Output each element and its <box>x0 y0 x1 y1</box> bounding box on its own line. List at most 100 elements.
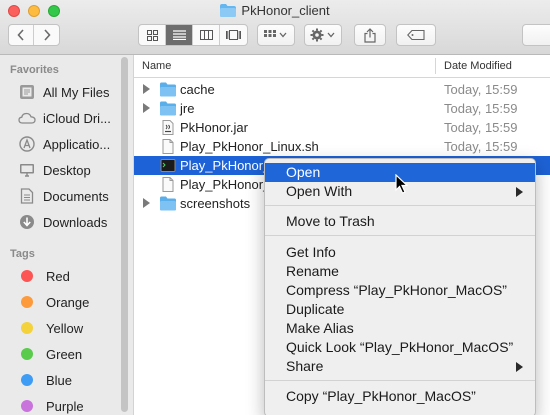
folder-icon <box>160 82 176 97</box>
file-date: Today, 15:59 <box>444 101 518 116</box>
cloud-icon <box>18 110 36 126</box>
sidebar-item-label: Applicatio... <box>43 136 111 152</box>
table-row[interactable]: jre Today, 15:59 <box>134 99 550 118</box>
share-icon <box>364 27 376 43</box>
mouse-cursor-icon <box>395 174 409 194</box>
icon-view-button[interactable] <box>139 25 166 45</box>
applications-icon <box>18 136 36 152</box>
sidebar: Favorites All My Files iCloud Dri... App… <box>0 55 134 415</box>
folder-icon <box>220 4 237 20</box>
table-row[interactable]: PkHonor.jar Today, 15:59 <box>134 118 550 137</box>
tag-dot-icon <box>21 322 33 334</box>
tag-button[interactable] <box>396 24 436 46</box>
finder-window: PkHonor_client Favorites All My Files iC… <box>0 0 550 415</box>
gear-icon <box>310 28 335 42</box>
sidebar-tag-orange[interactable]: Orange <box>18 292 89 312</box>
tag-dot-icon <box>21 348 33 360</box>
menu-item-copy[interactable]: Copy “Play_PkHonor_MacOS” <box>265 387 535 406</box>
file-date: Today, 15:59 <box>444 120 518 135</box>
sidebar-tag-red[interactable]: Red <box>18 266 70 286</box>
menu-separator <box>265 235 535 236</box>
menu-item-get-info[interactable]: Get Info <box>265 243 535 262</box>
executable-icon <box>160 159 176 172</box>
menu-item-label: Compress “Play_PkHonor_MacOS” <box>286 282 507 298</box>
jar-file-icon <box>162 120 174 135</box>
arrange-button[interactable] <box>257 24 295 46</box>
sidebar-item-label: Purple <box>46 398 84 414</box>
sidebar-item-label: Yellow <box>46 320 84 336</box>
sidebar-item-desktop[interactable]: Desktop <box>18 160 91 180</box>
file-name: cache <box>180 82 215 97</box>
all-files-icon <box>18 84 36 100</box>
share-button[interactable] <box>354 24 386 46</box>
grid-arrange-icon <box>264 30 287 38</box>
sidebar-item-label: Downloads <box>43 214 108 230</box>
documents-icon <box>18 188 36 204</box>
menu-item-label: Make Alias <box>286 320 354 336</box>
menu-item-compress[interactable]: Compress “Play_PkHonor_MacOS” <box>265 281 535 300</box>
file-name: Play_PkHonor_ <box>180 158 271 173</box>
nav-buttons <box>8 24 60 46</box>
menu-item-label: Duplicate <box>286 301 345 317</box>
toolbar: PkHonor_client <box>0 0 550 55</box>
tag-dot-icon <box>21 296 33 308</box>
menu-item-label: Open <box>286 164 321 180</box>
menu-item-quick-look[interactable]: Quick Look “Play_PkHonor_MacOS” <box>265 338 535 357</box>
sidebar-item-applications[interactable]: Applicatio... <box>18 134 110 154</box>
sidebar-item-documents[interactable]: Documents <box>18 186 109 206</box>
window-title-bar: PkHonor_client <box>0 3 550 20</box>
column-header: Name Date Modified <box>134 55 550 78</box>
folder-icon <box>160 101 176 116</box>
sidebar-item-label: iCloud Dri... <box>43 110 111 126</box>
file-date: Today, 15:59 <box>444 139 518 154</box>
sidebar-tag-blue[interactable]: Blue <box>18 370 72 390</box>
sidebar-tag-green[interactable]: Green <box>18 344 82 364</box>
file-name: screenshots <box>180 196 251 211</box>
file-date: Today, 15:59 <box>444 82 518 97</box>
view-mode-segment <box>138 24 248 46</box>
table-row[interactable]: cache Today, 15:59 <box>134 80 550 99</box>
forward-button[interactable] <box>34 25 59 45</box>
document-icon <box>162 177 174 192</box>
chevron-right-icon <box>43 29 51 41</box>
sidebar-scrollbar[interactable] <box>121 57 128 412</box>
tag-dot-icon <box>21 374 33 386</box>
sidebar-item-label: Red <box>46 268 70 284</box>
menu-separator <box>265 205 535 206</box>
tags-header: Tags <box>10 248 35 260</box>
menu-item-duplicate[interactable]: Duplicate <box>265 300 535 319</box>
list-view-button[interactable] <box>166 25 193 45</box>
menu-item-make-alias[interactable]: Make Alias <box>265 319 535 338</box>
tag-dot-icon <box>21 400 33 412</box>
menu-item-label: Rename <box>286 263 339 279</box>
search-button[interactable] <box>522 24 550 46</box>
gallery-view-button[interactable] <box>220 25 247 45</box>
menu-item-share[interactable]: Share <box>265 357 535 376</box>
disclosure-triangle-icon[interactable] <box>143 103 150 113</box>
tag-dot-icon <box>21 270 33 282</box>
gallery-view-icon <box>226 30 241 40</box>
sidebar-tag-yellow[interactable]: Yellow <box>18 318 83 338</box>
sidebar-item-all-my-files[interactable]: All My Files <box>18 82 109 102</box>
sidebar-tag-purple[interactable]: Purple <box>18 396 84 415</box>
chevron-left-icon <box>17 29 24 41</box>
action-button[interactable] <box>304 24 342 46</box>
sidebar-item-icloud-drive[interactable]: iCloud Dri... <box>18 108 111 128</box>
menu-separator <box>265 380 535 381</box>
menu-item-label: Open With <box>286 183 353 199</box>
downloads-icon <box>18 214 36 230</box>
sidebar-item-downloads[interactable]: Downloads <box>18 212 107 232</box>
back-button[interactable] <box>9 25 34 45</box>
menu-item-rename[interactable]: Rename <box>265 262 535 281</box>
name-column-header[interactable]: Name <box>142 60 171 72</box>
icon-view-icon <box>146 29 158 41</box>
tag-icon <box>407 30 425 40</box>
column-divider[interactable] <box>435 58 436 74</box>
disclosure-triangle-icon[interactable] <box>143 84 150 94</box>
menu-item-move-to-trash[interactable]: Move to Trash <box>265 212 535 231</box>
disclosure-triangle-icon[interactable] <box>143 198 150 208</box>
table-row[interactable]: Play_PkHonor_Linux.sh Today, 15:59 <box>134 137 550 156</box>
sidebar-item-label: Desktop <box>43 162 91 178</box>
column-view-button[interactable] <box>193 25 220 45</box>
date-column-header[interactable]: Date Modified <box>444 60 512 72</box>
